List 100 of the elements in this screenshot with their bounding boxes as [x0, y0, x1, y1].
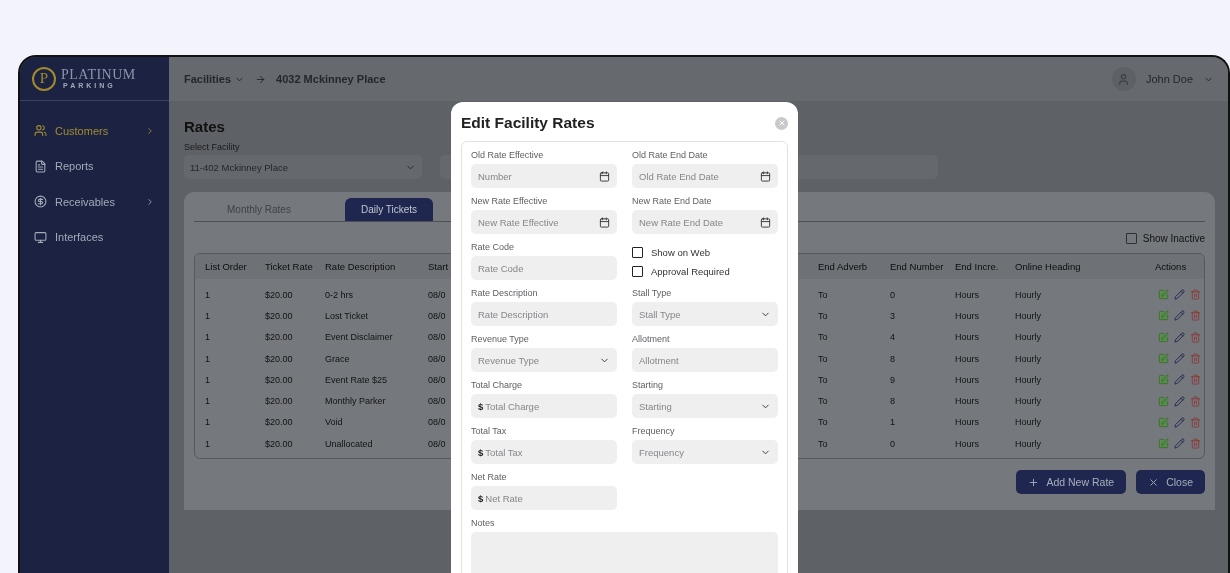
breadcrumb-link[interactable]: Facilities — [184, 73, 246, 85]
trash-icon[interactable] — [1190, 438, 1201, 450]
monitor-icon — [34, 230, 47, 244]
field-label: Rate Code — [471, 242, 515, 252]
input-field[interactable]: Rate Description — [471, 302, 617, 326]
pencil-icon[interactable] — [1174, 374, 1185, 386]
edit-square-icon[interactable] — [1158, 395, 1169, 407]
input-field[interactable]: $ Net Rate — [471, 486, 617, 510]
close-icon — [1148, 476, 1160, 488]
field-label: Starting — [632, 380, 664, 390]
calendar-icon — [599, 216, 610, 228]
table-cell: To — [818, 438, 828, 449]
pencil-icon[interactable] — [1174, 331, 1185, 343]
table-cell: Hours — [955, 396, 979, 407]
pencil-icon[interactable] — [1174, 310, 1185, 322]
button[interactable]: Add New Rate — [1016, 470, 1127, 495]
trash-icon[interactable] — [1190, 289, 1201, 301]
date-field[interactable]: New Rate Effective — [471, 210, 617, 234]
sidebar-item[interactable]: Customers — [20, 113, 169, 149]
table-cell: 1 — [890, 417, 895, 428]
date-field[interactable]: Number — [471, 164, 617, 188]
table-cell: To — [818, 417, 828, 428]
table-cell: Void — [325, 417, 343, 428]
table-cell: Hourly — [1015, 332, 1041, 343]
table-cell: 08/0 — [428, 353, 446, 364]
column-header: Start — [428, 261, 449, 272]
field-label: Frequency — [632, 426, 675, 436]
sidebar-item[interactable]: Reports — [20, 148, 169, 184]
checkbox[interactable] — [632, 247, 643, 258]
table-cell: To — [818, 353, 828, 364]
select-field[interactable]: Stall Type — [632, 302, 778, 326]
table-cell: Hours — [955, 332, 979, 343]
table-cell: Hourly — [1015, 417, 1041, 428]
pencil-icon[interactable] — [1174, 416, 1185, 428]
trash-icon[interactable] — [1190, 395, 1201, 407]
table-cell: 08/0 — [428, 396, 446, 407]
table-cell: Hourly — [1015, 289, 1041, 300]
user-name[interactable]: John Doe — [1145, 73, 1193, 85]
table-cell: $20.00 — [265, 353, 293, 364]
trash-icon[interactable] — [1190, 374, 1201, 386]
edit-square-icon[interactable] — [1158, 331, 1169, 343]
pencil-icon[interactable] — [1174, 438, 1185, 450]
trash-icon[interactable] — [1190, 416, 1201, 428]
table-cell: Monthly Parker — [325, 396, 386, 407]
column-header: End Adverb — [818, 261, 868, 272]
table-cell: Hours — [955, 353, 979, 364]
edit-square-icon[interactable] — [1158, 310, 1169, 322]
date-field[interactable]: Old Rate End Date — [632, 164, 778, 188]
button[interactable]: Close — [1136, 470, 1205, 495]
field-label: Select Facility — [184, 142, 240, 152]
input-field[interactable]: $ Total Charge — [471, 394, 617, 418]
edit-square-icon[interactable] — [1158, 416, 1169, 428]
input-field[interactable]: Allotment — [632, 348, 778, 372]
select-field[interactable]: Frequency — [632, 440, 778, 464]
table-cell: Grace — [325, 353, 350, 364]
column-header: Ticket Rate — [265, 261, 313, 272]
document-icon — [34, 159, 47, 173]
checkbox[interactable] — [632, 266, 643, 277]
pencil-icon[interactable] — [1174, 395, 1185, 407]
calendar-icon — [760, 216, 771, 228]
sidebar-item[interactable]: Receivables — [20, 184, 169, 220]
trash-icon[interactable] — [1190, 353, 1201, 365]
checkbox-label: Show Inactive — [1142, 233, 1205, 244]
column-header: End Number — [890, 261, 944, 272]
table-cell: Hourly — [1015, 396, 1041, 407]
table-cell: $20.00 — [265, 396, 293, 407]
logo-mark: P — [32, 66, 56, 91]
field-label: Stall Type — [632, 288, 672, 298]
trash-icon[interactable] — [1190, 310, 1201, 322]
sidebar-item[interactable]: Interfaces — [20, 219, 169, 255]
input-field[interactable]: $ Total Tax — [471, 440, 617, 464]
table-cell: 1 — [205, 289, 210, 300]
checkbox[interactable] — [1125, 233, 1137, 244]
column-header: List Order — [205, 261, 247, 272]
table-cell: 8 — [890, 353, 895, 364]
table-cell: 1 — [205, 310, 210, 321]
edit-square-icon[interactable] — [1158, 374, 1169, 386]
close-button[interactable] — [775, 116, 788, 130]
checkbox-label: Approval Required — [651, 266, 730, 277]
table-cell: $20.00 — [265, 289, 293, 300]
avatar[interactable] — [1111, 67, 1136, 91]
table-cell: Hourly — [1015, 310, 1041, 321]
table-cell: 0 — [890, 438, 895, 449]
breadcrumb-current: 4032 Mckinney Place — [276, 73, 386, 85]
input-field[interactable]: Rate Code — [471, 256, 617, 280]
pencil-icon[interactable] — [1174, 289, 1185, 301]
table-cell: 1 — [205, 438, 210, 449]
table-cell: 08/0 — [428, 438, 446, 449]
select-field[interactable]: 11-402 Mckinney Place — [184, 155, 422, 179]
table-cell: $20.00 — [265, 310, 293, 321]
table-cell: 08/0 — [428, 417, 446, 428]
trash-icon[interactable] — [1190, 331, 1201, 343]
date-field[interactable]: New Rate End Date — [632, 210, 778, 234]
select-field[interactable]: Revenue Type — [471, 348, 617, 372]
pencil-icon[interactable] — [1174, 353, 1185, 365]
tab[interactable]: Daily Tickets — [344, 198, 434, 221]
field-label: Net Rate — [471, 472, 507, 482]
select-field[interactable]: Starting — [632, 394, 778, 418]
table-cell: Hours — [955, 289, 979, 300]
field-label: Rate Description — [471, 288, 538, 298]
